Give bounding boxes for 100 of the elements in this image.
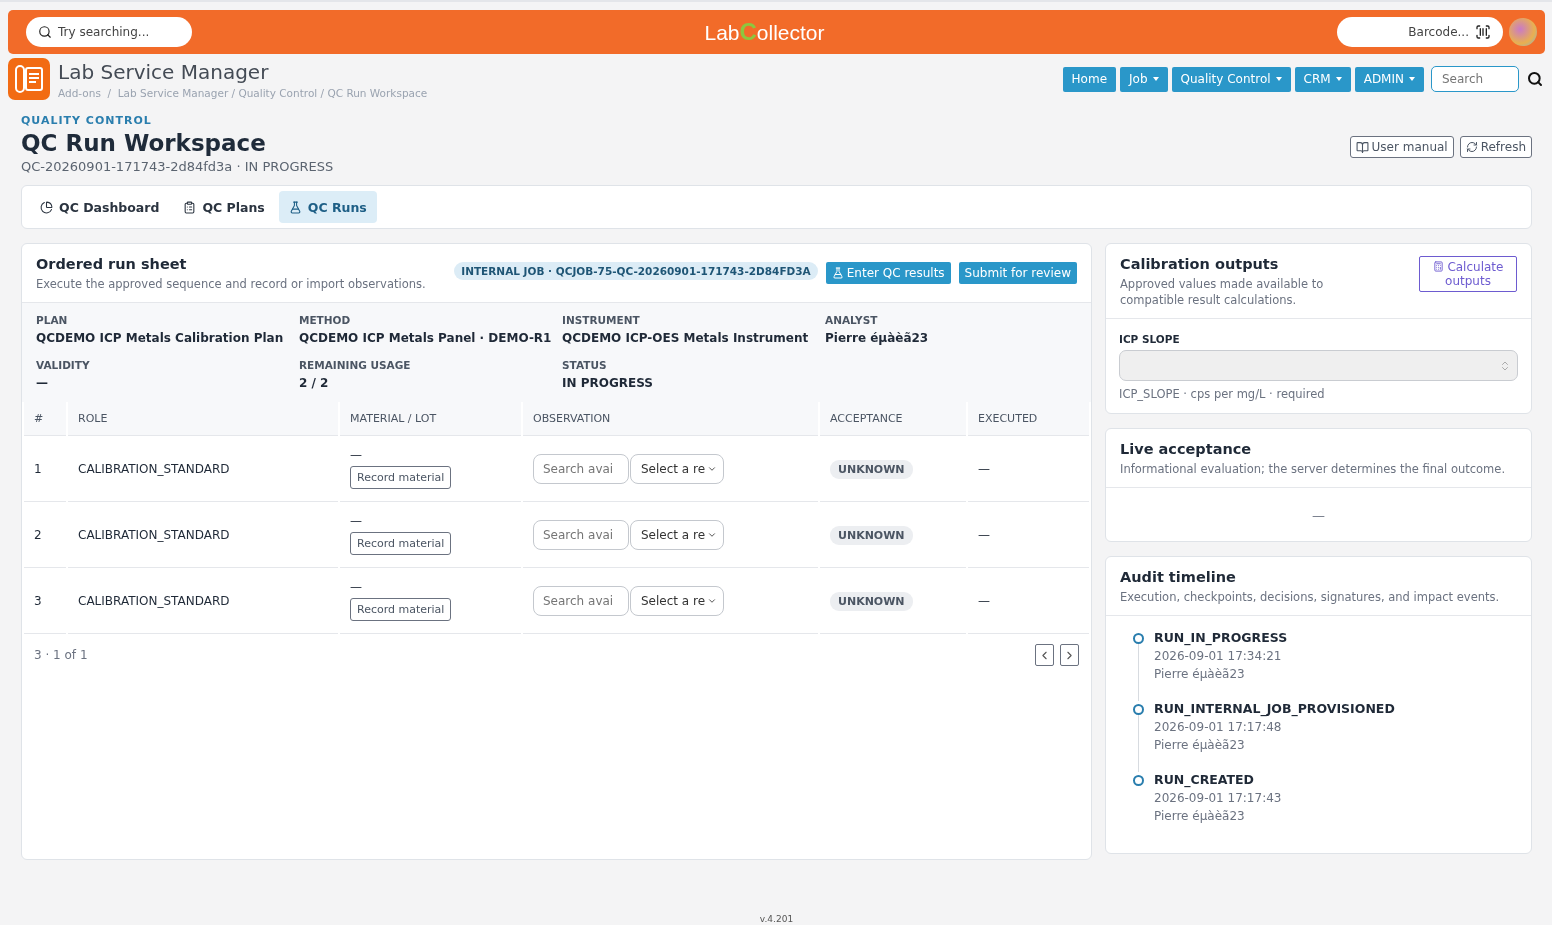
spinner-icon: [1499, 359, 1511, 372]
column-header: ROLE: [68, 402, 338, 437]
table-cell: 3: [24, 568, 66, 635]
observation-search-field[interactable]: Search avai: [533, 519, 629, 550]
fact-label: METHOD: [299, 314, 352, 327]
record-material-button[interactable]: Record material: [350, 598, 452, 622]
empty-value: —: [1311, 507, 1326, 526]
card-subtitle: Approved values made available to compatible result calculations.: [1120, 276, 1325, 309]
barcode-field[interactable]: Barcode...: [1337, 17, 1503, 47]
column-header: MATERIAL / LOT: [340, 402, 521, 437]
fact-value: QCDEMO ICP-OES Metals Instrument: [562, 331, 810, 346]
material-value: —: [350, 448, 362, 463]
event-user: Pierre éµàèã23: [1154, 809, 1246, 824]
record-material-button[interactable]: Record material: [350, 466, 452, 490]
flask-icon: [288, 200, 302, 214]
table-cell: —: [968, 502, 1089, 569]
event-time: 2026-09-01 17:34:21: [1154, 649, 1283, 664]
breadcrumb: Add-ons / Lab Service Manager / Quality Control / QC Run Workspace: [58, 86, 428, 99]
field-hint: ICP_SLOPE · cps per mg/L · required: [1119, 387, 1326, 402]
fact-value: —: [36, 376, 49, 391]
page-subtitle: QC-20260901-171743-2d84fd3a · IN PROGRESS: [21, 159, 334, 174]
next-page-button[interactable]: [1060, 644, 1079, 667]
search-icon[interactable]: [1527, 71, 1543, 87]
page-title: QC Run Workspace: [21, 130, 267, 156]
table-cell: —: [968, 568, 1089, 635]
select-field[interactable]: Select a re: [630, 519, 725, 550]
app-title: Lab Service Manager: [58, 59, 270, 84]
card-subtitle: Execution, checkpoints, decisions, signatures, and impact events.: [1120, 589, 1500, 606]
observation-search-field[interactable]: Search avai: [533, 453, 629, 484]
search-placeholder: Try searching...: [58, 25, 150, 39]
card-title: Live acceptance: [1120, 441, 1253, 458]
event-user: Pierre éµàèã23: [1154, 738, 1246, 753]
timeline-dot: [1132, 704, 1144, 716]
table-cell: —: [968, 436, 1089, 503]
fact-label: VALIDITY: [36, 359, 91, 372]
timeline-dot: [1132, 633, 1144, 645]
pie-chart-icon: [40, 200, 53, 214]
version-label: v.4.201: [758, 914, 795, 925]
table-cell: CALIBRATION_STANDARD: [68, 502, 338, 569]
search-field[interactable]: Try searching...: [26, 17, 192, 47]
calculate-outputs-button[interactable]: Calculate outputs: [1419, 256, 1517, 292]
table-cell: CALIBRATION_STANDARD: [68, 436, 338, 503]
card-title: Calibration outputs: [1120, 256, 1280, 272]
card-subtitle: Informational evaluation; the server determines the final outcome.: [1120, 461, 1506, 478]
fact-label: PLAN: [36, 314, 69, 327]
event-time: 2026-09-01 17:17:48: [1154, 720, 1283, 735]
material-value: —: [350, 580, 362, 595]
record-material-button[interactable]: Record material: [350, 532, 452, 556]
pagination-info: 3 · 1 of 1: [34, 648, 88, 663]
nav-search-field[interactable]: Search: [1431, 66, 1519, 92]
barcode-icon: [1475, 24, 1491, 40]
status-chip: UNKNOWN: [830, 525, 913, 545]
card-title: Ordered run sheet: [36, 256, 188, 272]
event-time: 2026-09-01 17:17:43: [1154, 791, 1282, 806]
column-header: #: [24, 402, 66, 437]
fact-value: QCDEMO ICP Metals Calibration Plan: [36, 331, 285, 346]
fact-value: 2 / 2: [299, 376, 330, 391]
fact-label: ANALYST: [825, 314, 879, 327]
event-name: RUN_CREATED: [1154, 772, 1255, 788]
fact-label: REMAINING USAGE: [299, 359, 412, 372]
book-icon: [1355, 140, 1369, 154]
table-cell: 1: [24, 436, 66, 503]
manual-button[interactable]: User manual: [1349, 136, 1454, 158]
status-chip: UNKNOWN: [830, 591, 913, 611]
table-cell: 2: [24, 502, 66, 569]
card-subtitle: Execute the approved sequence and record or import observations.: [36, 276, 426, 293]
observation-search-field[interactable]: Search avai: [533, 585, 629, 616]
job-badge: INTERNAL JOB · QCJOB-75-QC-20260901-171743-2D84FD3A: [454, 262, 818, 280]
tab[interactable]: QC Plans: [173, 191, 275, 223]
field-label: ICP SLOPE: [1119, 333, 1181, 346]
fact-value: Pierre éµàèã23: [825, 331, 930, 346]
event-user: Pierre éµàèã23: [1154, 667, 1246, 682]
barcode-placeholder: Barcode...: [1408, 25, 1469, 39]
card-title: Audit timeline: [1120, 569, 1237, 586]
fact-value: QCDEMO ICP Metals Panel · DEMO-R1: [299, 331, 553, 346]
material-value: —: [350, 514, 362, 529]
select-field[interactable]: Select a re: [630, 453, 725, 484]
fact-label: INSTRUMENT: [562, 314, 641, 327]
event-name: RUN_IN_PROGRESS: [1154, 630, 1288, 646]
clipboard-icon: [183, 200, 197, 214]
column-header: EXECUTED: [968, 402, 1089, 437]
tab[interactable]: QC Dashboard: [30, 191, 170, 223]
flask-icon: [831, 267, 844, 279]
app-icon: [8, 58, 50, 100]
refresh-icon: [1465, 141, 1478, 153]
event-name: RUN_INTERNAL_JOB_PROVISIONED: [1154, 701, 1395, 717]
column-header: OBSERVATION: [523, 402, 818, 437]
search-icon: [38, 25, 52, 39]
select-field[interactable]: Select a re: [630, 585, 725, 616]
previous-page-button[interactable]: [1035, 644, 1054, 667]
number-field[interactable]: [1119, 350, 1518, 382]
logo: LabCollector: [704, 18, 825, 46]
tab[interactable]: QC Runs: [278, 191, 377, 223]
table-cell: CALIBRATION_STANDARD: [68, 568, 338, 635]
column-header: ACCEPTANCE: [820, 402, 966, 437]
timeline-dot: [1132, 775, 1144, 787]
fact-label: STATUS: [562, 359, 608, 372]
calculator-icon: [1432, 261, 1444, 272]
refresh-button[interactable]: Refresh: [1459, 136, 1532, 158]
status-chip: UNKNOWN: [830, 459, 913, 479]
